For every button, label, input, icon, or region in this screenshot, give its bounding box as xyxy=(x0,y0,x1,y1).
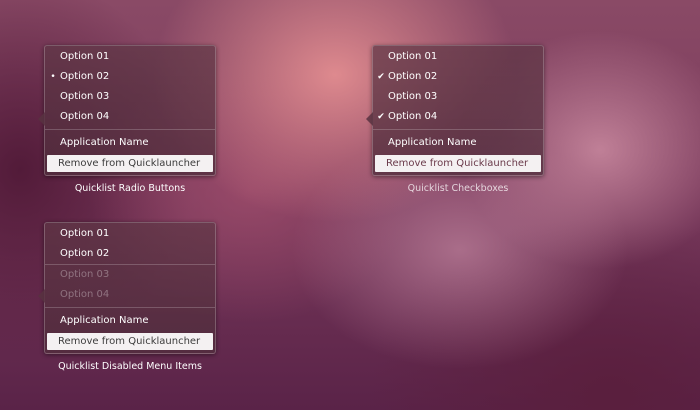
menu-item-option-02[interactable]: Option 02 xyxy=(45,244,215,264)
menu-item-option-01[interactable]: Option 01 xyxy=(373,47,543,67)
radio-quicklist-menu: Option 01 • Option 02 Option 03 Option 0… xyxy=(38,45,216,176)
menu-item-option-04[interactable]: ✔ Option 04 xyxy=(373,107,543,127)
menu-item-label: Option 02 xyxy=(388,71,438,82)
menu-item-option-02[interactable]: ✔ Option 02 xyxy=(373,67,543,87)
menu-separator xyxy=(373,129,543,130)
remove-from-quicklauncher-button[interactable]: Remove from Quicklauncher xyxy=(375,155,541,172)
remove-from-quicklauncher-button[interactable]: Remove from Quicklauncher xyxy=(47,333,213,350)
menu-item-option-02[interactable]: • Option 02 xyxy=(45,67,215,87)
menu-pointer-arrow xyxy=(38,289,45,303)
menu-item-label: Option 01 xyxy=(60,51,110,62)
menu-item-label: Option 02 xyxy=(60,71,110,82)
menu-item-option-03[interactable]: Option 03 xyxy=(373,87,543,107)
menu-item-label: Option 04 xyxy=(388,111,438,122)
application-name-item[interactable]: Application Name xyxy=(45,132,215,154)
menu-item-option-01[interactable]: Option 01 xyxy=(45,47,215,67)
menu-item-option-03-disabled: Option 03 xyxy=(60,269,110,280)
disabled-quicklist-menu: Option 01 Option 02 Option 03 Option 04 … xyxy=(38,222,216,354)
menu-item-option-01[interactable]: Option 01 xyxy=(45,224,215,244)
menu-separator xyxy=(45,307,215,308)
application-name-item[interactable]: Application Name xyxy=(45,310,215,332)
menu-item-label: Option 03 xyxy=(388,91,438,102)
caption-disabled-menu-items: Quicklist Disabled Menu Items xyxy=(58,361,202,372)
caption-radio-buttons: Quicklist Radio Buttons xyxy=(74,183,186,194)
menu-separator xyxy=(45,129,215,130)
menu-item-label: Option 01 xyxy=(388,51,438,62)
menu-item-option-04[interactable]: Option 04 xyxy=(45,107,215,127)
remove-from-quicklauncher-button[interactable]: Remove from Quicklauncher xyxy=(47,155,213,172)
checkmark-icon: ✔ xyxy=(377,112,385,122)
caption-checkboxes: Quicklist Checkboxes xyxy=(407,183,509,194)
menu-item-option-04-disabled: Option 04 xyxy=(60,289,110,300)
application-name-item[interactable]: Application Name xyxy=(373,132,543,154)
menu-item-label: Option 04 xyxy=(60,111,110,122)
menu-pointer-arrow xyxy=(366,112,373,126)
menu-item-option-03[interactable]: Option 03 xyxy=(45,87,215,107)
checkmark-icon: ✔ xyxy=(377,72,385,82)
radio-dot-icon: • xyxy=(50,72,56,82)
checkbox-quicklist-menu: Option 01 ✔ Option 02 Option 03 ✔ Option… xyxy=(366,45,544,176)
menu-pointer-arrow xyxy=(38,112,45,126)
menu-item-label: Option 03 xyxy=(60,91,110,102)
